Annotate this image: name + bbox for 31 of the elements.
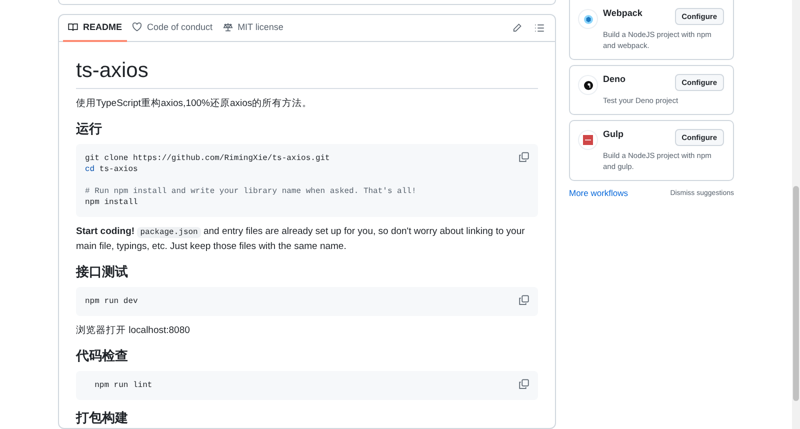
heart-icon: [132, 22, 142, 32]
dinosaur-icon: [584, 80, 592, 90]
paragraph: 使用TypeScript重构axios,100%还原axios的所有方法。: [76, 96, 314, 111]
code-line: git clone https://github.com/RimingXie/ts-axios.git: [85, 152, 330, 164]
code-line: # Run npm install and write your library name when asked. That's all!: [85, 186, 416, 197]
scale-icon: [222, 22, 233, 32]
paragraph: 浏览器打开 localhost:8080: [76, 324, 191, 338]
section-heading: 代码检查: [76, 348, 129, 364]
paragraph: Start coding! package.json and entry files are already set up for you, so don't worry about linking to your main file, typings, etc. Just keep those files with the same name.: [76, 224, 526, 254]
copy-icon[interactable]: [519, 152, 529, 162]
more-workflows-link[interactable]: More workflows: [569, 188, 628, 198]
section-heading: 打包构建: [76, 410, 129, 426]
code-line: npm run dev: [85, 296, 138, 307]
workflow-name: Webpack: [603, 8, 642, 18]
readme-title: ts-axios: [76, 58, 538, 89]
scrollbar-thumb[interactable]: [793, 186, 799, 401]
code-line: cd ts-axios: [85, 164, 138, 175]
section-heading: 接口测试: [76, 264, 129, 280]
workflow-name: Deno: [603, 74, 626, 84]
section-heading: 运行: [76, 120, 103, 137]
tab[interactable]: README: [63, 14, 128, 42]
code-line: npm install: [85, 196, 138, 208]
workflow-name: Gulp: [603, 129, 624, 139]
app-logo-icon: [583, 135, 593, 145]
copy-icon[interactable]: [519, 378, 529, 389]
cube-icon: [584, 14, 592, 24]
tab[interactable]: MIT license: [218, 14, 288, 42]
copy-icon[interactable]: [519, 294, 529, 305]
tab[interactable]: Code of conduct: [127, 14, 218, 42]
book-icon: [68, 22, 78, 32]
code-line: npm run lint: [94, 380, 152, 391]
